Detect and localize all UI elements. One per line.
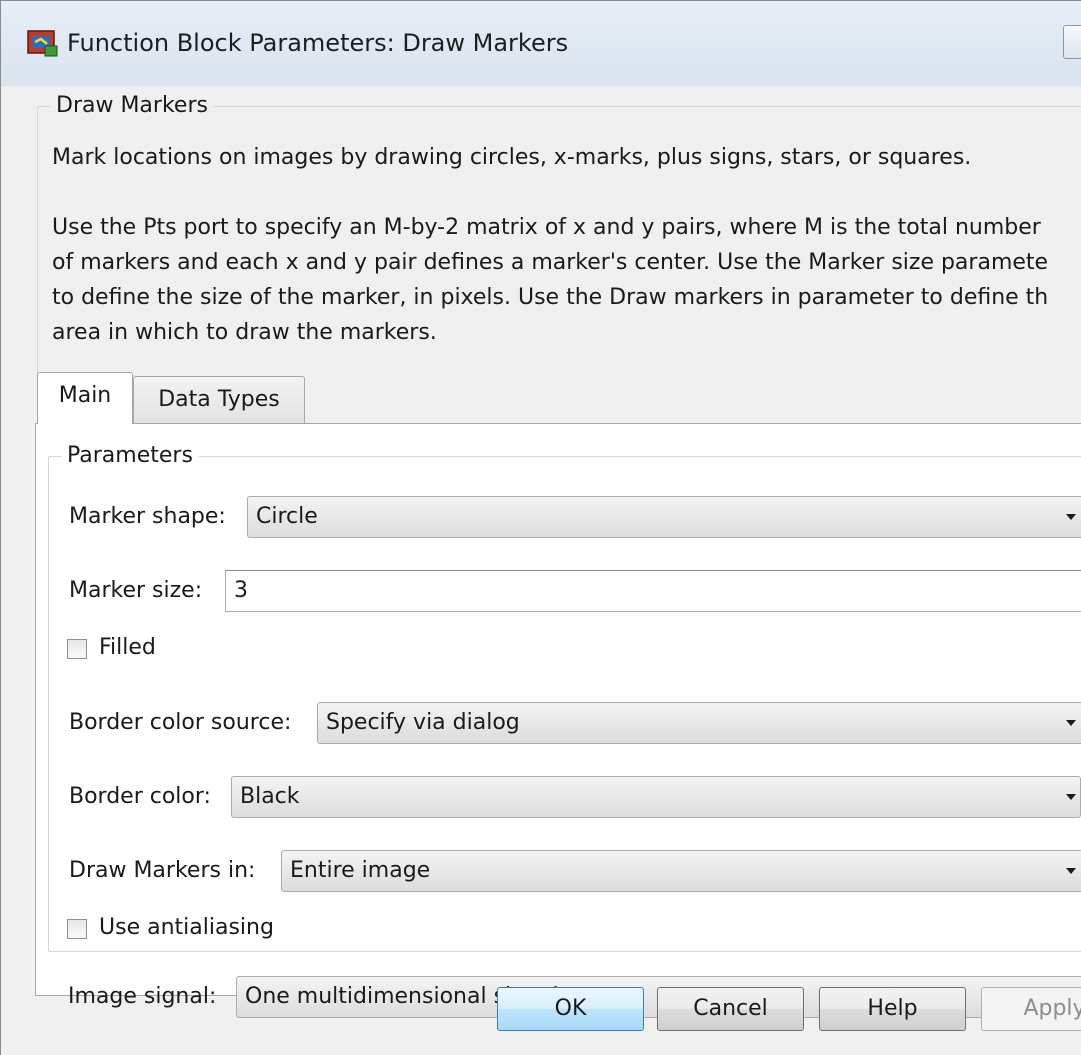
- simulink-block-icon: [27, 30, 58, 57]
- parameters-group-title: Parameters: [61, 442, 199, 470]
- title-bar[interactable]: Function Block Parameters: Draw Markers: [1, 1, 1081, 86]
- chevron-down-icon: [1066, 794, 1076, 800]
- draw-markers-in-select[interactable]: Entire image: [281, 850, 1081, 892]
- filled-checkbox[interactable]: [67, 639, 87, 659]
- description-line-1: Use the Pts port to specify an M-by-2 ma…: [52, 215, 1041, 240]
- marker-shape-value: Circle: [256, 504, 318, 529]
- dialog-client-area: Draw Markers Mark locations on images by…: [1, 86, 1081, 1055]
- draw-markers-in-label: Draw Markers in:: [69, 858, 256, 883]
- draw-markers-in-value: Entire image: [290, 858, 431, 883]
- window-title: Function Block Parameters: Draw Markers: [67, 29, 569, 57]
- tab-panel-main: Parameters Marker shape: Circle Marker s…: [35, 423, 1081, 1018]
- help-button[interactable]: Help: [819, 987, 966, 1031]
- chevron-down-icon: [1066, 720, 1076, 726]
- parameters-group: Parameters Marker shape: Circle Marker s…: [48, 442, 1081, 952]
- description-group-title: Draw Markers: [50, 92, 214, 120]
- description-line-4: area in which to draw the markers.: [52, 320, 437, 345]
- border-color-select[interactable]: Black: [231, 776, 1081, 818]
- description-line-2: of markers and each x and y pair defines…: [52, 250, 1049, 275]
- tab-data-types[interactable]: Data Types: [133, 376, 305, 424]
- chevron-down-icon: [1066, 514, 1076, 520]
- marker-size-label: Marker size:: [69, 578, 203, 603]
- description-summary: Mark locations on images by drawing circ…: [52, 145, 972, 170]
- use-antialiasing-label: Use antialiasing: [99, 915, 274, 940]
- apply-button[interactable]: Apply: [981, 987, 1081, 1031]
- minimize-button[interactable]: [1063, 25, 1081, 59]
- tab-main[interactable]: Main: [37, 372, 133, 424]
- image-signal-label: Image signal:: [68, 984, 217, 1009]
- marker-size-input[interactable]: 3: [225, 570, 1081, 612]
- marker-shape-select[interactable]: Circle: [247, 496, 1081, 538]
- description-line-3: to define the size of the marker, in pix…: [52, 285, 1049, 310]
- chevron-down-icon: [1066, 868, 1076, 874]
- use-antialiasing-checkbox[interactable]: [67, 919, 87, 939]
- border-color-source-label: Border color source:: [69, 710, 292, 735]
- filled-label: Filled: [99, 635, 156, 660]
- border-color-source-select[interactable]: Specify via dialog: [317, 702, 1081, 744]
- border-color-value: Black: [240, 784, 300, 809]
- ok-button[interactable]: OK: [497, 987, 644, 1031]
- cancel-button[interactable]: Cancel: [657, 987, 804, 1031]
- marker-shape-label: Marker shape:: [69, 504, 226, 529]
- border-color-label: Border color:: [69, 784, 211, 809]
- border-color-source-value: Specify via dialog: [326, 710, 520, 735]
- dialog-window: Function Block Parameters: Draw Markers …: [0, 0, 1081, 1055]
